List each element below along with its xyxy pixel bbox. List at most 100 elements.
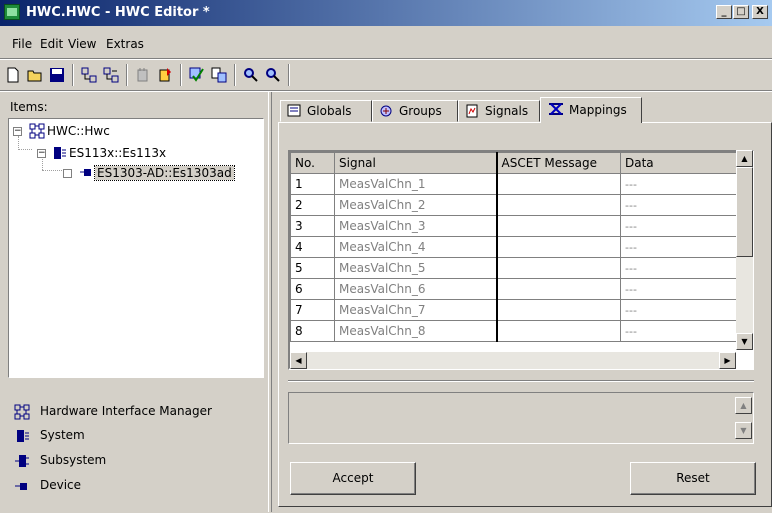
legend-label: Hardware Interface Manager — [40, 404, 212, 418]
tab-mappings[interactable]: Mappings — [540, 97, 642, 123]
cell-message[interactable] — [495, 215, 621, 237]
column-header[interactable]: Data — [620, 152, 741, 174]
add-subsystem-icon[interactable] — [100, 64, 122, 86]
cell-message[interactable] — [495, 320, 621, 342]
scroll-down-button[interactable]: ▼ — [735, 422, 752, 439]
menu-bar: File Edit View Extras — [0, 34, 772, 54]
legend-label: Device — [40, 478, 82, 492]
cell-message[interactable] — [495, 236, 621, 258]
scroll-down-button[interactable]: ▼ — [736, 333, 753, 350]
globals-icon — [287, 104, 301, 117]
close-button[interactable]: X — [752, 5, 768, 19]
scroll-up-button[interactable]: ▲ — [735, 397, 752, 414]
table-row[interactable]: 1 MeasValChn_1 --- — [290, 173, 741, 195]
cell-no[interactable]: 5 — [290, 257, 335, 279]
menu-view[interactable]: View — [68, 37, 96, 51]
splitter[interactable] — [268, 92, 272, 512]
cell-message[interactable] — [495, 173, 621, 195]
cell-no[interactable]: 6 — [290, 278, 335, 300]
cell-message[interactable] — [495, 194, 621, 216]
tree-item-label: ES1303-AD::Es1303ad — [94, 165, 235, 181]
accept-button[interactable]: Accept — [290, 462, 416, 495]
collapse-toggle[interactable]: − — [13, 127, 22, 136]
save-icon[interactable] — [46, 64, 68, 86]
hardware-interface-manager-icon — [14, 404, 30, 420]
cell-data[interactable]: --- — [620, 236, 741, 258]
mappings-table[interactable]: No. Signal ASCET Message Data 1 MeasValCh… — [288, 150, 754, 370]
cell-message[interactable] — [495, 257, 621, 279]
tab-label: Globals — [307, 104, 352, 118]
reset-label: Reset — [676, 471, 710, 485]
table-row[interactable]: 5 MeasValChn_5 --- — [290, 257, 741, 279]
cell-no[interactable]: 4 — [290, 236, 335, 258]
cell-data[interactable]: --- — [620, 257, 741, 279]
reset-button[interactable]: Reset — [630, 462, 756, 495]
cell-data[interactable]: --- — [620, 173, 741, 195]
cell-signal[interactable]: MeasValChn_5 — [334, 257, 497, 279]
legend-label: System — [40, 428, 85, 442]
tab-signals[interactable]: Signals — [458, 100, 540, 122]
import-icon[interactable] — [154, 64, 176, 86]
cell-data[interactable]: --- — [620, 299, 741, 321]
system-icon — [17, 430, 29, 442]
open-icon[interactable] — [24, 64, 46, 86]
scroll-right-button[interactable]: ▶ — [719, 352, 736, 369]
check-icon[interactable] — [186, 64, 208, 86]
collapse-toggle[interactable]: − — [37, 149, 46, 158]
cell-data[interactable]: --- — [620, 278, 741, 300]
generate-icon[interactable] — [208, 64, 230, 86]
scroll-left-button[interactable]: ◀ — [290, 352, 307, 369]
maximize-button[interactable]: □ — [733, 5, 749, 19]
new-icon[interactable] — [2, 64, 24, 86]
cell-no[interactable]: 1 — [290, 173, 335, 195]
tab-globals[interactable]: Globals — [280, 100, 372, 122]
menu-extras[interactable]: Extras — [106, 37, 144, 51]
column-header[interactable]: ASCET Message — [495, 152, 621, 174]
groups-icon — [380, 105, 392, 117]
cell-data[interactable]: --- — [620, 194, 741, 216]
cell-signal[interactable]: MeasValChn_6 — [334, 278, 497, 300]
table-row[interactable]: 8 MeasValChn_8 --- — [290, 320, 741, 342]
title-bar[interactable]: HWC.HWC - HWC Editor * _ □ X — [0, 0, 772, 26]
add-device-icon[interactable] — [132, 64, 154, 86]
column-header[interactable]: Signal — [334, 152, 497, 174]
hardware-interface-manager-icon — [29, 123, 45, 139]
cell-data[interactable]: --- — [620, 320, 741, 342]
system-icon — [54, 147, 66, 159]
menu-file[interactable]: File — [12, 37, 32, 51]
cell-signal[interactable]: MeasValChn_3 — [334, 215, 497, 237]
cell-no[interactable]: 3 — [290, 215, 335, 237]
signals-icon — [466, 104, 478, 118]
search-next-icon[interactable] — [262, 64, 284, 86]
expand-toggle[interactable] — [63, 169, 72, 178]
cell-data[interactable]: --- — [620, 215, 741, 237]
column-header[interactable]: No. — [290, 152, 335, 174]
cell-signal[interactable]: MeasValChn_2 — [334, 194, 497, 216]
scroll-thumb[interactable] — [736, 167, 753, 257]
horizontal-scrollbar[interactable]: ◀ ▶ — [290, 352, 736, 369]
table-row[interactable]: 3 MeasValChn_3 --- — [290, 215, 741, 237]
cell-no[interactable]: 2 — [290, 194, 335, 216]
menu-edit[interactable]: Edit — [40, 37, 63, 51]
cell-signal[interactable]: MeasValChn_1 — [334, 173, 497, 195]
vertical-scrollbar[interactable]: ▲ ▼ — [736, 150, 753, 350]
table-row[interactable]: 6 MeasValChn_6 --- — [290, 278, 741, 300]
cell-message[interactable] — [495, 278, 621, 300]
message-area: ▲ ▼ — [288, 392, 754, 444]
cell-message[interactable] — [495, 299, 621, 321]
add-system-icon[interactable] — [78, 64, 100, 86]
table-row[interactable]: 2 MeasValChn_2 --- — [290, 194, 741, 216]
tree-item-label: HWC::Hwc — [47, 124, 110, 138]
cell-no[interactable]: 8 — [290, 320, 335, 342]
cell-signal[interactable]: MeasValChn_7 — [334, 299, 497, 321]
search-icon[interactable] — [240, 64, 262, 86]
table-row[interactable]: 4 MeasValChn_4 --- — [290, 236, 741, 258]
minimize-button[interactable]: _ — [716, 5, 732, 19]
scroll-up-button[interactable]: ▲ — [736, 150, 753, 167]
cell-no[interactable]: 7 — [290, 299, 335, 321]
items-tree[interactable]: − HWC::Hwc − ES113x::Es113x ES1303-AD::E… — [8, 118, 264, 378]
tab-groups[interactable]: Groups — [372, 100, 458, 122]
table-row[interactable]: 7 MeasValChn_7 --- — [290, 299, 741, 321]
cell-signal[interactable]: MeasValChn_8 — [334, 320, 497, 342]
cell-signal[interactable]: MeasValChn_4 — [334, 236, 497, 258]
